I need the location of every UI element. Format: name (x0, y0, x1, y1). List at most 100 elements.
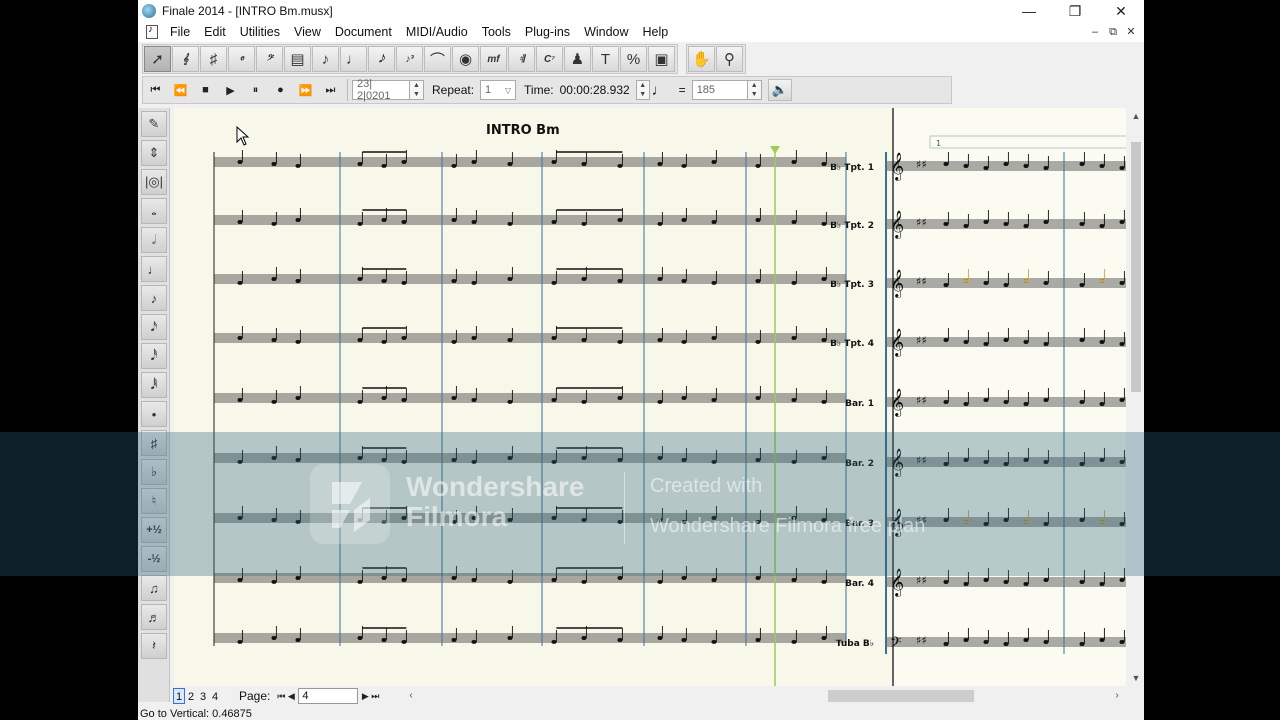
tempo-field[interactable]: 185 (691, 80, 748, 100)
menu-utilities[interactable]: Utilities (233, 22, 287, 42)
rewind-to-start-button[interactable]: ⏮ (143, 79, 168, 101)
smart-shape-tool[interactable]: ⌒ (424, 46, 451, 72)
measure-counter-field[interactable]: 23| 2|0201 (352, 78, 410, 102)
page-tab-3[interactable]: 3 (197, 688, 209, 704)
note-head (451, 576, 457, 580)
note-head (943, 222, 949, 226)
page-tab-4[interactable]: 4 (209, 688, 221, 704)
staff-tool[interactable]: 𝄞 (172, 46, 199, 72)
doc-minimize-button[interactable]: – (1086, 24, 1104, 40)
palette-tool-9-icon[interactable]: 𝅘𝅥𝅰 (141, 343, 167, 369)
key-signature-tool[interactable]: ♯ (200, 46, 227, 72)
score-canvas[interactable]: INTRO Bm 𝄞 ♯♯ B♭ Tpt. 1 𝄞 ♯♯ B♭ Tpt. 2 𝄞 ♯♯ B♭ Tp… (174, 108, 1126, 686)
chord-tool[interactable]: C⁷ (536, 46, 563, 72)
scroll-right-icon[interactable]: › (1110, 688, 1124, 704)
forward-to-end-button[interactable]: ⏭ (318, 79, 343, 101)
menu-tools[interactable]: Tools (475, 22, 518, 42)
score-area[interactable]: INTRO Bm 𝄞 ♯♯ B♭ Tpt. 1 𝄞 ♯♯ B♭ Tpt. 2 𝄞 ♯♯ B♭ Tp… (174, 108, 1126, 686)
tuplet-tool[interactable]: ♪³ (396, 46, 423, 72)
palette-tool-11-icon[interactable]: • (141, 401, 167, 427)
palette-tool-7-icon[interactable]: ♪ (141, 285, 167, 311)
palette-tool-18-icon[interactable]: ♬ (141, 604, 167, 630)
note-head (617, 218, 623, 222)
page-input[interactable]: 4 (298, 688, 359, 704)
palette-tool-19-icon[interactable]: 𝄽 (141, 633, 167, 659)
prev-page-icon[interactable]: ◀ (286, 688, 296, 704)
doc-restore-button[interactable]: ⧉ (1104, 24, 1122, 40)
close-button[interactable]: ✕ (1098, 0, 1144, 22)
zoom-tool[interactable]: ⚲ (716, 46, 743, 72)
tempo-unit-spinner[interactable]: ▲ ▼ (635, 80, 650, 100)
lyrics-tool[interactable]: ♟ (564, 46, 591, 72)
repeat-tool[interactable]: 𝄇 (508, 46, 535, 72)
menu-help[interactable]: Help (636, 22, 676, 42)
first-page-icon[interactable]: ⏮ (276, 688, 286, 704)
selection-tool[interactable]: ➚ (144, 46, 171, 72)
vertical-scroll-thumb[interactable] (1131, 142, 1141, 392)
palette-tool-3-icon[interactable]: |◎| (141, 169, 167, 195)
page-tab-1[interactable]: 1 (173, 688, 185, 704)
rewind-button[interactable]: ⏪ (168, 79, 193, 101)
text-tool[interactable]: T (592, 46, 619, 72)
note-head (401, 220, 407, 224)
palette-tool-8-icon[interactable]: 𝅘𝅥𝅯 (141, 314, 167, 340)
next-page-icon[interactable]: ▶ (360, 688, 370, 704)
speaker-settings-icon[interactable]: 🔈 (767, 79, 792, 101)
stop-button[interactable]: ■ (193, 79, 218, 101)
menu-window[interactable]: Window (577, 22, 635, 42)
fast-forward-button[interactable]: ⏩ (293, 79, 318, 101)
palette-tool-6-icon[interactable]: ♩ (141, 256, 167, 282)
minimize-button[interactable]: — (1006, 0, 1052, 22)
playback-controls: ⏮ ⏪ ■ ▶ ⏸ ● ⏩ ⏭ 23| 2|0201 ▲ ▼ Repeat: 1 ▽ Time:… (142, 76, 952, 104)
counter-spinner[interactable]: ▲ ▼ (410, 80, 424, 100)
measure-tool[interactable]: ▤ (284, 46, 311, 72)
note-head (1043, 342, 1049, 346)
expression-tool[interactable]: mf (480, 46, 507, 72)
palette-tool-4-icon[interactable]: 𝅝 (141, 198, 167, 224)
horizontal-scroll-thumb[interactable] (828, 690, 974, 702)
palette-tool-2-icon[interactable]: ⇕ (141, 140, 167, 166)
simple-entry-tool[interactable]: ♪ (312, 46, 339, 72)
scroll-left-icon[interactable]: ‹ (404, 688, 418, 704)
note-head (617, 396, 623, 400)
repeat-select[interactable]: 1 ▽ (480, 80, 517, 100)
last-page-icon[interactable]: ⏭ (370, 688, 380, 704)
palette-tool-5-icon[interactable]: 𝅗𝅥 (141, 227, 167, 253)
hand-grabber-tool[interactable]: ✋ (688, 46, 715, 72)
scroll-up-icon[interactable]: ▲ (1128, 108, 1144, 124)
speedy-entry-tool[interactable]: ♩ (340, 46, 367, 72)
vertical-scrollbar[interactable]: ▲ ▼ (1128, 108, 1144, 686)
doc-close-button[interactable]: ✕ (1122, 24, 1140, 40)
note-head (451, 638, 457, 642)
palette-tool-17-icon[interactable]: ♫ (141, 575, 167, 601)
note-head (657, 162, 663, 166)
play-button[interactable]: ▶ (218, 79, 243, 101)
menu-view[interactable]: View (287, 22, 328, 42)
menu-plug-ins[interactable]: Plug-ins (518, 22, 577, 42)
menu-midi-audio[interactable]: MIDI/Audio (399, 22, 475, 42)
page-layout-tool[interactable]: ▣ (648, 46, 675, 72)
palette-tool-1-icon[interactable]: ✎ (141, 111, 167, 137)
clef-tool[interactable]: 𝄢 (256, 46, 283, 72)
hyperscribe-tool[interactable]: 𝅘𝅥𝅮 (368, 46, 395, 72)
menu-edit[interactable]: Edit (197, 22, 233, 42)
horizontal-scrollbar[interactable]: ‹ › (404, 688, 1124, 704)
page-tab-2[interactable]: 2 (185, 688, 197, 704)
scroll-down-icon[interactable]: ▼ (1128, 670, 1144, 686)
note-head (791, 281, 797, 285)
tempo-spinner[interactable]: ▲ ▼ (747, 80, 762, 100)
note-head (791, 160, 797, 164)
note-head (295, 164, 301, 168)
restore-button[interactable]: ❐ (1052, 0, 1098, 22)
pause-button[interactable]: ⏸ (243, 79, 268, 101)
articulation-tool[interactable]: ◉ (452, 46, 479, 72)
resize-tool[interactable]: % (620, 46, 647, 72)
menu-document[interactable]: Document (328, 22, 399, 42)
time-signature-tool[interactable]: 𝄴 (228, 46, 255, 72)
staff-name: Bar. 4 (845, 579, 874, 589)
document-icon[interactable] (146, 24, 158, 39)
record-button[interactable]: ● (268, 79, 293, 101)
palette-tool-10-icon[interactable]: 𝅘𝅥𝅱 (141, 372, 167, 398)
menu-file[interactable]: File (163, 22, 197, 42)
staff-name: B♭ Tpt. 3 (830, 280, 874, 290)
